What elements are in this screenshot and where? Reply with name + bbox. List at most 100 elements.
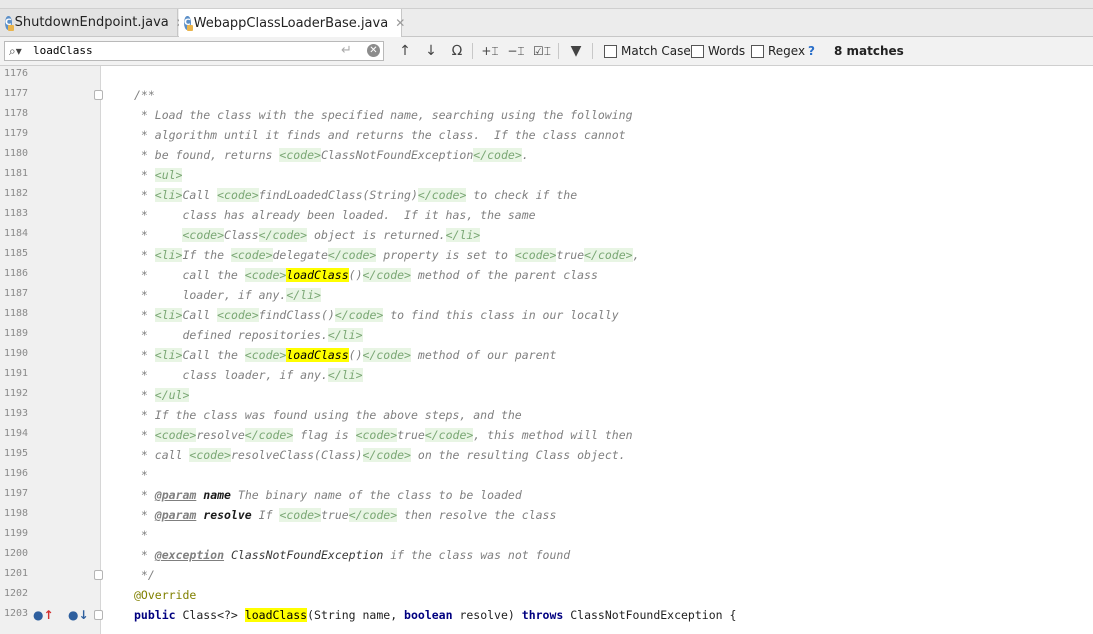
code-line[interactable]: 1192 * </ul>: [0, 386, 1093, 406]
code-line[interactable]: 1189 * defined repositories.</li>: [0, 326, 1093, 346]
words-checkbox[interactable]: Words: [691, 43, 745, 59]
clear-icon[interactable]: ✕: [367, 44, 380, 57]
line-number: 1193: [4, 408, 29, 419]
code-text: * <li>Call <code>findLoadedClass(String)…: [134, 188, 578, 202]
line-number: 1176: [4, 68, 29, 79]
line-number: 1199: [4, 528, 29, 539]
code-line[interactable]: 1195 * call <code>resolveClass(Class)</c…: [0, 446, 1093, 466]
find-all-icon[interactable]: Ω: [447, 41, 467, 61]
search-input[interactable]: [33, 43, 333, 58]
code-text: * @param resolve If <code>true</code> th…: [134, 508, 557, 522]
line-number: 1194: [4, 428, 29, 439]
code-editor[interactable]: 1176 1177 /** 1178 * Load the class with th…: [0, 66, 1093, 634]
code-line[interactable]: 1179 * algorithm until it finds and retu…: [0, 126, 1093, 146]
code-line[interactable]: 1197 * @param name The binary name of th…: [0, 486, 1093, 506]
code-line[interactable]: 1200 * @exception ClassNotFoundException…: [0, 546, 1093, 566]
code-line[interactable]: 1182 * <li>Call <code>findLoadedClass(St…: [0, 186, 1093, 206]
line-number: 1197: [4, 488, 29, 499]
code-line[interactable]: 1201 */: [0, 566, 1093, 586]
line-number: 1196: [4, 468, 29, 479]
code-text: /**: [134, 88, 155, 102]
next-occurrence-icon[interactable]: ↓: [421, 41, 441, 61]
line-number: 1178: [4, 108, 29, 119]
line-number: 1195: [4, 448, 29, 459]
java-class-icon: C: [184, 16, 193, 31]
overrides-method-icon[interactable]: ●↑: [33, 608, 54, 622]
checkbox-box: [604, 44, 617, 58]
line-number: 1201: [4, 568, 29, 579]
code-line[interactable]: 1178 * Load the class with the specified…: [0, 106, 1093, 126]
line-number: 1184: [4, 228, 29, 239]
regex-checkbox[interactable]: Regex: [751, 43, 805, 59]
select-all-occurrences-icon[interactable]: ☑⌶: [532, 41, 552, 61]
code-text: @Override: [134, 588, 197, 602]
java-class-icon: C: [5, 15, 14, 31]
window-top-strip: [0, 0, 1093, 9]
line-number: 1189: [4, 328, 29, 339]
code-line[interactable]: 1177 /**: [0, 86, 1093, 106]
line-number: 1181: [4, 168, 29, 179]
checkbox-label: Words: [708, 44, 746, 58]
code-line[interactable]: 1186 * call the <code>loadClass()</code>…: [0, 266, 1093, 286]
code-line[interactable]: 1181 * <ul>: [0, 166, 1093, 186]
code-line[interactable]: 1191 * class loader, if any.</li>: [0, 366, 1093, 386]
find-bar: ⌕▾ ↵ ✕ ↑ ↓ Ω +⌶ −⌶ ☑⌶ ▼ Match Case Words…: [0, 37, 1093, 66]
tab-label: ShutdownEndpoint.java: [14, 15, 169, 30]
code-text: * class has already been loaded. If it h…: [134, 208, 536, 222]
code-line[interactable]: 1196 *: [0, 466, 1093, 486]
add-selection-icon[interactable]: +⌶: [480, 41, 500, 61]
line-number: 1186: [4, 268, 29, 279]
fold-marker-icon[interactable]: [94, 610, 103, 620]
code-line[interactable]: 1203 ●↑ ●↓ public Class<?> loadClass(String…: [0, 606, 1093, 626]
new-line-icon[interactable]: ↵: [341, 43, 352, 58]
code-text: * <ul>: [134, 168, 183, 182]
line-number: 1187: [4, 288, 29, 299]
code-text: * call the <code>loadClass()</code> meth…: [134, 268, 598, 282]
code-line[interactable]: 1180 * be found, returns <code>ClassNotF…: [0, 146, 1093, 166]
line-number: 1192: [4, 388, 29, 399]
code-line[interactable]: 1188 * <li>Call <code>findClass()</code>…: [0, 306, 1093, 326]
fold-marker-icon[interactable]: [94, 90, 103, 100]
code-text: * be found, returns <code>ClassNotFoundE…: [134, 148, 529, 162]
fold-marker-icon[interactable]: [94, 570, 103, 580]
code-line[interactable]: 1187 * loader, if any.</li>: [0, 286, 1093, 306]
code-text: * If the class was found using the above…: [134, 408, 522, 422]
code-line[interactable]: 1184 * <code>Class</code> object is retu…: [0, 226, 1093, 246]
tab-label: WebappClassLoaderBase.java: [193, 15, 389, 31]
checkbox-box: [751, 44, 764, 58]
code-line[interactable]: 1190 * <li>Call the <code>loadClass()</c…: [0, 346, 1093, 366]
line-number: 1203: [4, 608, 29, 619]
code-line[interactable]: 1185 * <li>If the <code>delegate</code> …: [0, 246, 1093, 266]
close-icon[interactable]: ✕: [395, 16, 405, 30]
line-number: 1180: [4, 148, 29, 159]
search-history-icon[interactable]: ⌕▾: [9, 44, 22, 59]
code-text: * defined repositories.</li>: [134, 328, 363, 342]
line-number: 1190: [4, 348, 29, 359]
code-line[interactable]: 1202 @Override: [0, 586, 1093, 606]
code-line[interactable]: 1198 * @param resolve If <code>true</cod…: [0, 506, 1093, 526]
regex-help-link[interactable]: ?: [808, 43, 815, 59]
line-number: 1191: [4, 368, 29, 379]
code-text: *: [134, 468, 148, 482]
previous-occurrence-icon[interactable]: ↑: [395, 41, 415, 61]
code-line[interactable]: 1183 * class has already been loaded. If…: [0, 206, 1093, 226]
code-text: * @exception ClassNotFoundException if t…: [134, 548, 571, 562]
code-line[interactable]: 1199 *: [0, 526, 1093, 546]
code-text: * <li>Call <code>findClass()</code> to f…: [134, 308, 619, 322]
overridden-method-icon[interactable]: ●↓: [68, 608, 89, 622]
code-text: * @param name The binary name of the cla…: [134, 488, 522, 502]
tab-webapp-class-loader-base[interactable]: C WebappClassLoaderBase.java ✕: [179, 9, 405, 37]
filter-icon[interactable]: ▼: [566, 41, 586, 61]
tab-shutdown-endpoint[interactable]: C ShutdownEndpoint.java ✕: [0, 9, 186, 36]
code-line[interactable]: 1193 * If the class was found using the …: [0, 406, 1093, 426]
toolbar-separator: [592, 43, 593, 59]
checkbox-label: Match Case: [621, 44, 691, 58]
code-text: * <li>If the <code>delegate</code> prope…: [134, 248, 640, 262]
code-line[interactable]: 1176: [0, 66, 1093, 86]
match-case-checkbox[interactable]: Match Case: [604, 43, 691, 59]
code-text: * </ul>: [134, 388, 190, 402]
unselect-occurrence-icon[interactable]: −⌶: [506, 41, 526, 61]
search-box: ⌕▾ ↵ ✕: [4, 41, 384, 61]
toolbar-separator: [472, 43, 473, 59]
code-line[interactable]: 1194 * <code>resolve</code> flag is <cod…: [0, 426, 1093, 446]
